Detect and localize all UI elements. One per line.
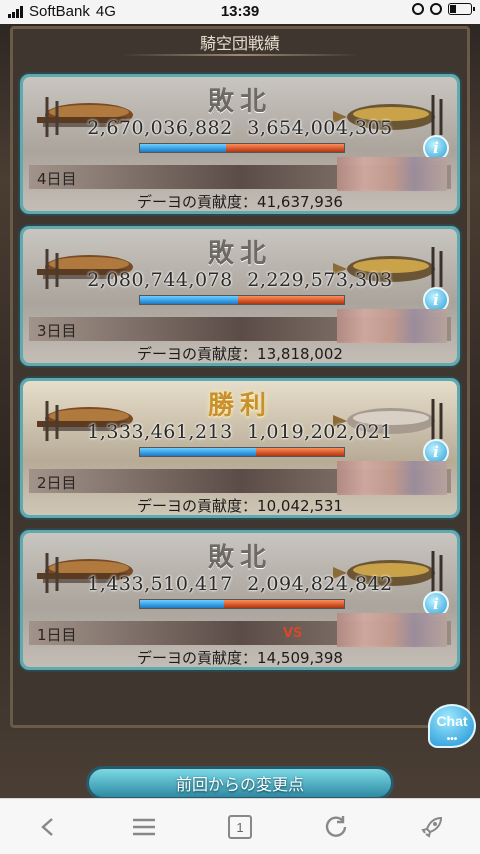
enemy-score: 1,019,202,021 — [247, 421, 393, 443]
battle-card[interactable]: 敗北 2,670,036,882 3,654,004,305 i 4日目 デーヨ… — [20, 74, 460, 214]
enemy-ratio-fill — [256, 448, 344, 456]
enemy-score: 2,229,573,303 — [247, 269, 393, 291]
rocket-icon[interactable] — [410, 805, 454, 849]
battle-result: 勝利 — [207, 391, 272, 421]
battle-card[interactable]: 勝利 1,333,461,213 1,019,202,021 i 2日目 デーヨ… — [20, 378, 460, 518]
contribution-text: デーヨの貢献度：13,818,002 — [137, 345, 343, 363]
opponent-row: 4日目 — [29, 157, 451, 191]
day-label: 2日目 — [37, 474, 77, 492]
redacted-opponent-name — [337, 461, 447, 495]
battle-card-body: 勝利 1,333,461,213 1,019,202,021 i 2日目 デーヨ… — [23, 381, 457, 515]
our-score: 1,433,510,417 — [87, 573, 233, 595]
day-label: 1日目 — [37, 626, 77, 644]
enemy-score: 2,094,824,842 — [247, 573, 393, 595]
battle-card-body: 敗北 2,080,744,078 2,229,573,303 i 3日目 デーヨ… — [23, 229, 457, 363]
day-label: 4日目 — [37, 170, 77, 188]
title-divider — [120, 54, 360, 56]
score-line: 1,433,510,417 2,094,824,842 — [23, 573, 457, 595]
battle-card-body: 敗北 1,433,510,417 2,094,824,842 i 1日目 VS … — [23, 533, 457, 667]
chat-dots-icon: ••• — [446, 734, 458, 745]
browser-toolbar: 1 — [0, 798, 480, 854]
tabs-count: 1 — [236, 820, 243, 835]
menu-icon[interactable] — [122, 805, 166, 849]
battle-result: 敗北 — [207, 543, 272, 573]
battle-result: 敗北 — [207, 87, 272, 117]
score-ratio-bar — [139, 295, 345, 305]
score-ratio-bar — [139, 447, 345, 457]
our-ratio-fill — [140, 296, 238, 304]
chat-label: Chat — [436, 713, 468, 729]
our-score: 2,080,744,078 — [87, 269, 233, 291]
our-score: 1,333,461,213 — [87, 421, 233, 443]
opponent-row: 1日目 VS — [29, 613, 451, 647]
opponent-row: 2日目 — [29, 461, 451, 495]
score-ratio-bar — [139, 143, 345, 153]
page-title: 騎空団戦績 — [199, 34, 280, 53]
status-bar: SoftBank 4G 13:39 — [0, 0, 480, 24]
our-score: 2,670,036,882 — [87, 117, 233, 139]
battle-card-body: 敗北 2,670,036,882 3,654,004,305 i 4日目 デーヨ… — [23, 77, 457, 211]
score-line: 2,670,036,882 3,654,004,305 — [23, 117, 457, 139]
opponent-row: 3日目 — [29, 309, 451, 343]
redacted-opponent-name — [337, 309, 447, 343]
tabs-icon[interactable]: 1 — [218, 805, 262, 849]
clock: 13:39 — [220, 3, 260, 20]
score-line: 2,080,744,078 2,229,573,303 — [23, 269, 457, 291]
enemy-ratio-fill — [225, 144, 344, 152]
score-ratio-bar — [139, 599, 345, 609]
contribution-text: デーヨの貢献度：10,042,531 — [137, 497, 343, 515]
score-line: 1,333,461,213 1,019,202,021 — [23, 421, 457, 443]
vs-label: VS — [283, 626, 303, 641]
redacted-opponent-name — [337, 157, 447, 191]
alarm-icon — [430, 3, 442, 15]
redacted-opponent-name — [337, 613, 447, 647]
battle-card[interactable]: 敗北 2,080,744,078 2,229,573,303 i 3日目 デーヨ… — [20, 226, 460, 366]
chat-button[interactable]: Chat ••• — [428, 704, 476, 748]
back-icon[interactable] — [26, 805, 70, 849]
battery-icon — [448, 3, 475, 15]
reload-icon[interactable] — [314, 805, 358, 849]
our-ratio-fill — [140, 144, 226, 152]
enemy-score: 3,654,004,305 — [247, 117, 393, 139]
day-label: 3日目 — [37, 322, 77, 340]
enemy-ratio-fill — [223, 600, 344, 608]
contribution-text: デーヨの貢献度：41,637,936 — [137, 193, 343, 211]
our-ratio-fill — [140, 600, 224, 608]
battle-result: 敗北 — [207, 239, 272, 269]
battle-card[interactable]: 敗北 1,433,510,417 2,094,824,842 i 1日目 VS … — [20, 530, 460, 670]
changelog-button[interactable]: 前回からの変更点 — [86, 766, 394, 800]
our-ratio-fill — [140, 448, 257, 456]
enemy-ratio-fill — [237, 296, 344, 304]
contribution-text: デーヨの貢献度：14,509,398 — [137, 649, 343, 667]
game-view: 騎空団戦績 敗北 2,670,036,882 3,654,004,305 i 4… — [0, 24, 480, 800]
orientation-lock-icon — [412, 3, 424, 15]
